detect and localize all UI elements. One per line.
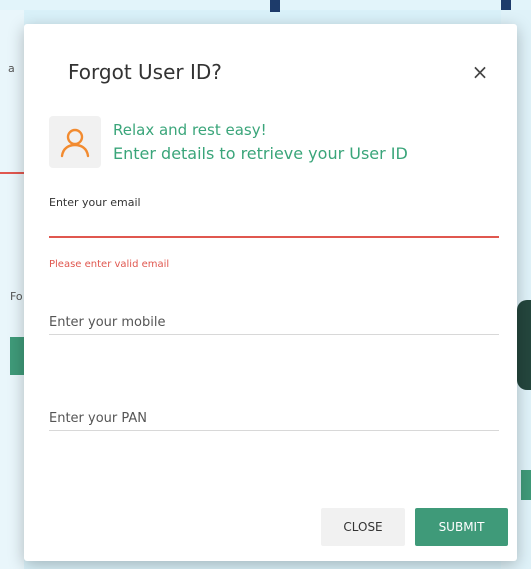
background-teal-accent [521, 470, 531, 500]
mobile-underline [49, 311, 499, 335]
mobile-field[interactable] [49, 311, 499, 334]
avatar [49, 116, 101, 168]
pan-underline [49, 407, 499, 431]
background-logo-fragment [270, 0, 280, 12]
forgot-user-id-dialog: Forgot User ID? × Relax and rest easy! E… [24, 24, 517, 561]
close-icon[interactable]: × [470, 62, 490, 82]
email-field[interactable] [49, 213, 499, 236]
close-button[interactable]: CLOSE [321, 508, 405, 546]
email-label: Enter your email [49, 196, 141, 209]
background-header-strip [0, 0, 531, 10]
background-text-fragment: a [8, 62, 15, 75]
mobile-field-group [49, 311, 499, 335]
background-decoration [517, 300, 531, 390]
submit-button[interactable]: SUBMIT [415, 508, 508, 546]
user-outline-icon [60, 128, 90, 158]
hero-subtitle: Enter details to retrieve your User ID [113, 144, 408, 163]
email-error-message: Please enter valid email [49, 259, 170, 270]
background-text-fragment: Fo [10, 290, 23, 303]
pan-field[interactable] [49, 407, 499, 430]
hero-message: Relax and rest easy! Enter details to re… [113, 118, 408, 166]
background-green-button [10, 337, 24, 375]
email-underline [49, 213, 499, 238]
email-field-group: Enter your email [49, 196, 499, 238]
background-error-line [0, 172, 24, 174]
pan-field-group [49, 407, 499, 431]
hero-headline: Relax and rest easy! [113, 121, 267, 139]
dialog-title: Forgot User ID? [68, 60, 222, 84]
